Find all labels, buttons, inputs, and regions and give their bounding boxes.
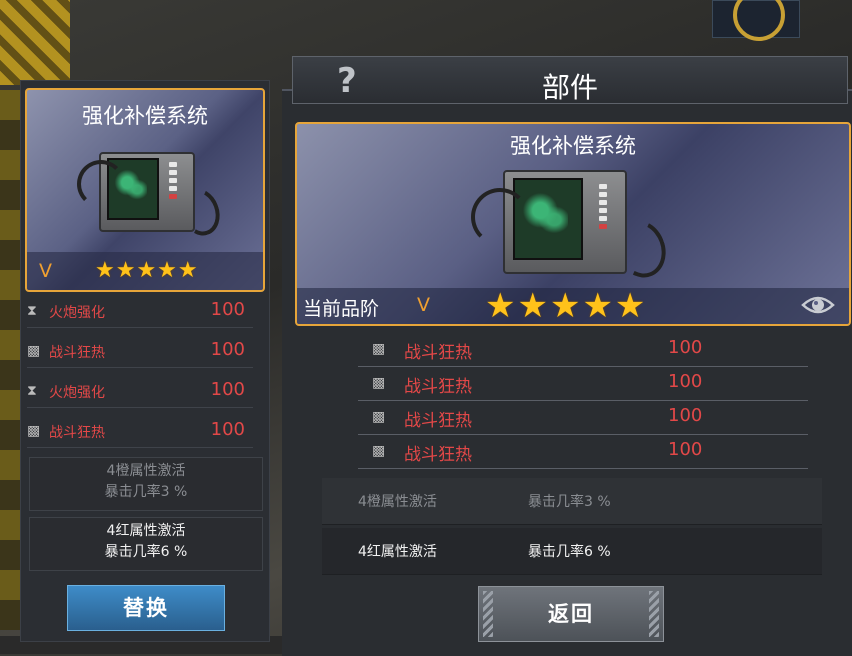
frenzy-icon: ▩ [372,443,386,459]
attribute-row: ▩ 战斗狂热 100 [358,400,808,435]
rank-label: V [39,260,52,282]
attribute-row: ▩ 战斗狂热 100 [358,332,808,367]
frenzy-icon: ▩ [372,375,386,391]
attribute-row: ▩ 战斗狂热 100 [27,415,253,448]
set-bonus-orange: 4橙属性激活 暴击几率3 % [322,478,822,525]
background-stripe [0,90,22,630]
set-bonus-red: 4红属性激活 暴击几率6 % [29,517,263,571]
equipped-part-panel: 强化补偿系统 V ★★★★★ ⧗ 火炮强化 100 ▩ 战斗狂热 100 ⧗ 火… [20,80,270,642]
equipped-part-card[interactable]: 强化补偿系统 V ★★★★★ [25,88,265,292]
eye-icon[interactable] [801,294,835,316]
current-rank-label: 当前品阶 [303,298,380,320]
cannon-icon: ⧗ [27,383,37,399]
frenzy-icon: ▩ [372,409,386,425]
set-bonus-orange: 4橙属性激活 暴击几率3 % [29,457,263,511]
back-button[interactable]: 返回 [478,586,664,642]
radar-device-image [471,164,674,285]
attribute-row: ⧗ 火炮强化 100 [27,295,253,328]
background-crate [0,0,70,85]
frenzy-icon: ▩ [27,423,41,439]
current-rank-bar: 当前品阶 V ★★★★★ [297,286,849,326]
cannon-icon: ⧗ [27,303,37,319]
radar-device-image [77,148,227,242]
attribute-row: ⧗ 火炮强化 100 [27,375,253,408]
attribute-row: ▩ 战斗狂热 100 [27,335,253,368]
frenzy-icon: ▩ [372,341,386,357]
panel-title: 部件 [541,71,598,104]
frenzy-icon: ▩ [27,343,41,359]
rank-bar: V ★★★★★ [27,252,263,290]
background-emblem [712,0,800,41]
part-detail-panel: ? 部件 强化补偿系统 当前品阶 V ★★★★★ ▩ 战斗狂热 100 ▩ 战斗… [282,54,852,656]
attribute-row: ▩ 战斗狂热 100 [358,366,808,401]
star-rating: ★★★★★ [485,286,648,326]
part-detail-card: 强化补偿系统 当前品阶 V ★★★★★ [295,122,851,326]
rank-label: V [417,294,430,316]
attribute-row: ▩ 战斗狂热 100 [358,434,808,469]
star-rating: ★★★★★ [95,258,199,283]
set-bonus-red: 4红属性激活 暴击几率6 % [322,528,822,575]
replace-button[interactable]: 替换 [67,585,225,631]
part-name: 强化补偿系统 [82,104,208,128]
panel-header: ? 部件 [292,56,848,104]
part-name: 强化补偿系统 [510,134,636,158]
